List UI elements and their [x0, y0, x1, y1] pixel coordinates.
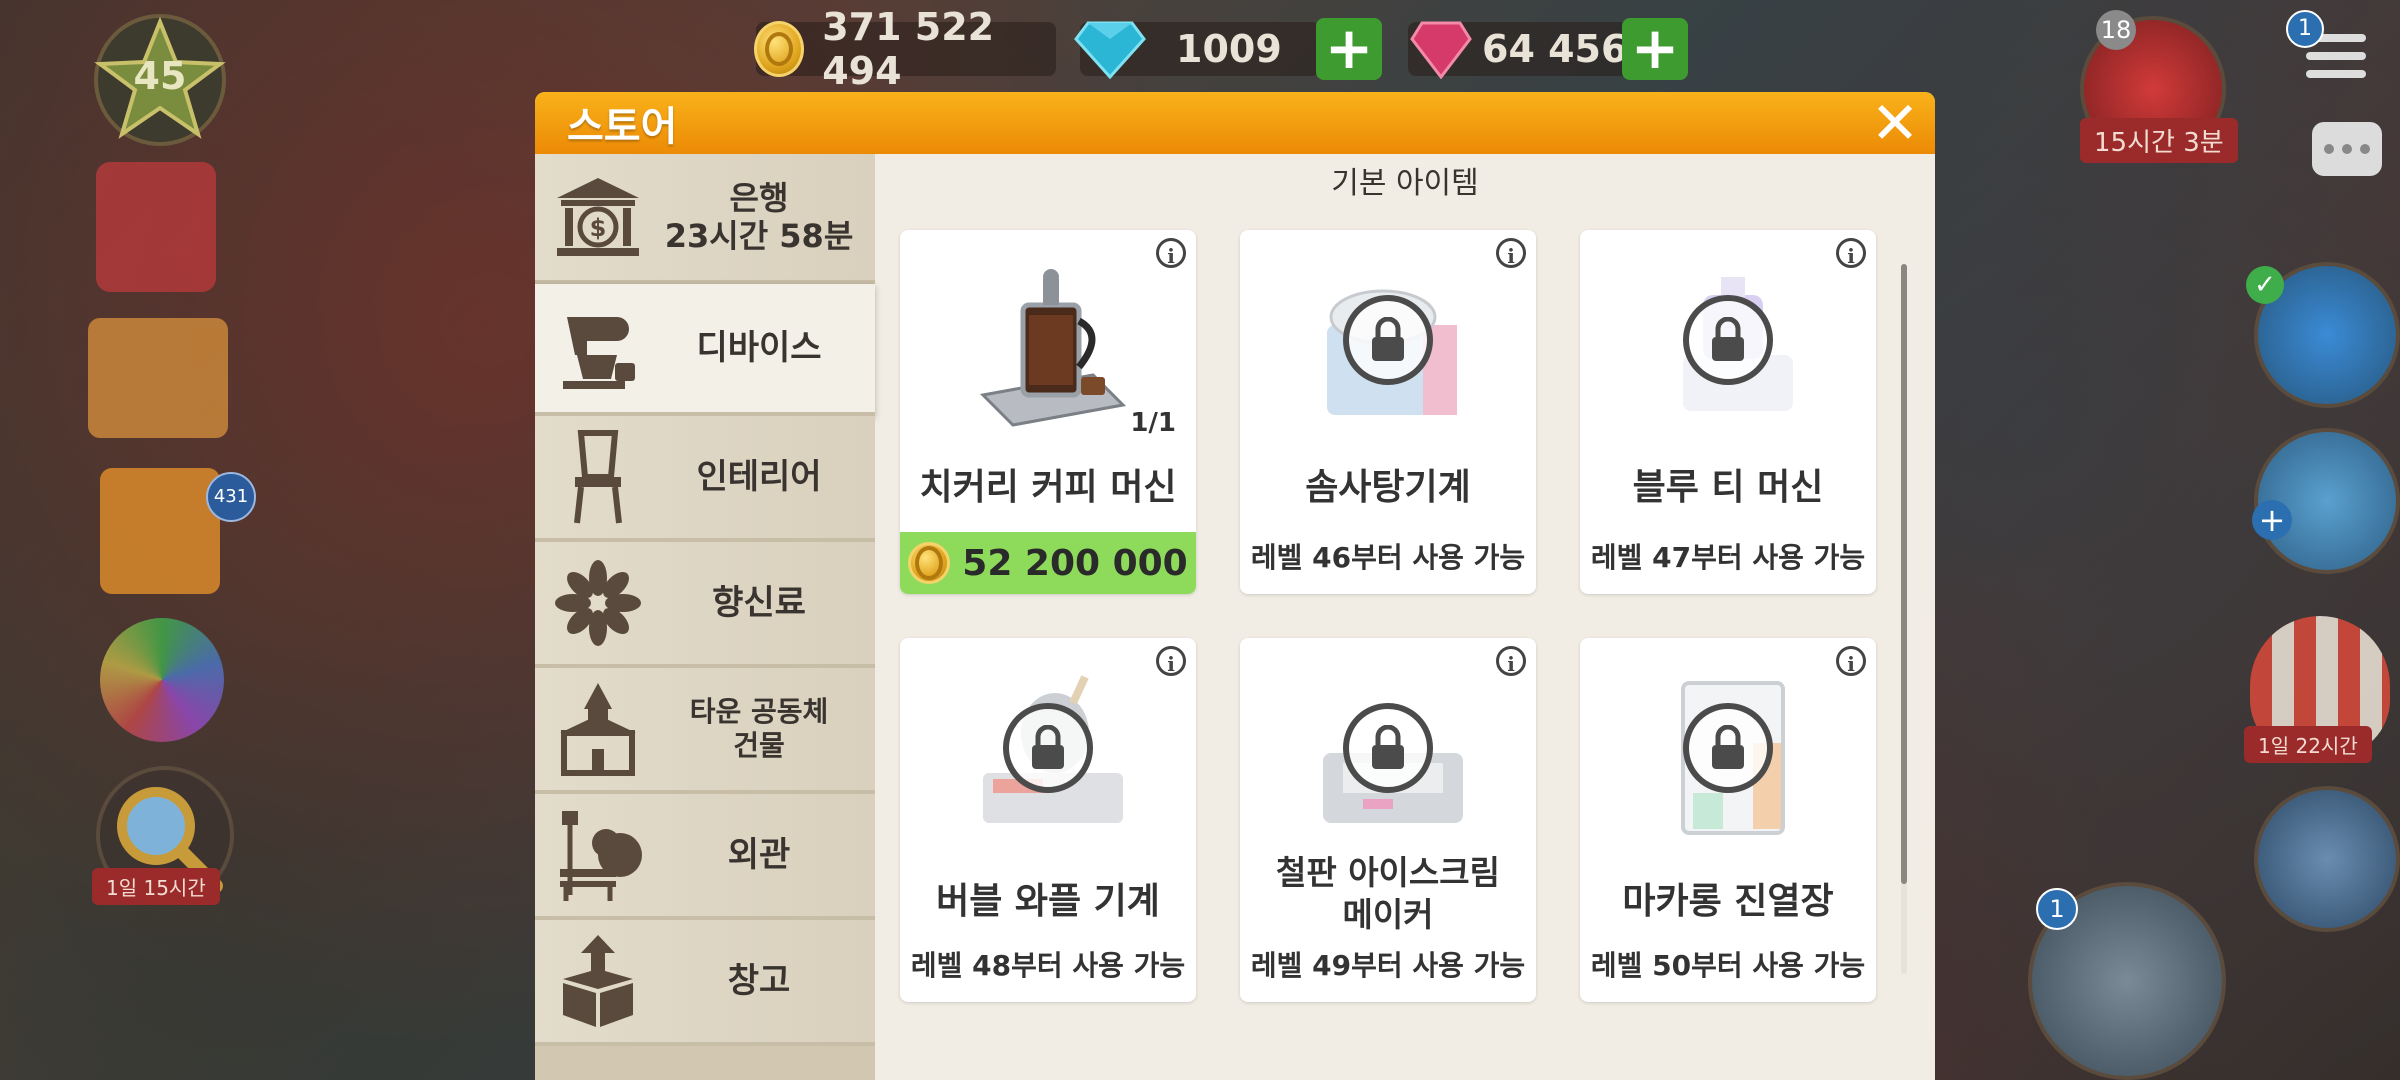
- store-sidebar: $ 은행 23시간 58분 디바이스 인테리어 향신료 타운 공동체 건물 외관…: [535, 154, 875, 1080]
- item-name: 솜사탕기계: [1305, 467, 1471, 508]
- bank-label: 은행: [729, 179, 789, 217]
- coffee-machine-image: [950, 260, 1146, 440]
- star-anise-icon: [543, 548, 653, 658]
- checkmark-icon: ✓: [2246, 266, 2284, 304]
- close-button[interactable]: ✕: [1869, 94, 1921, 152]
- balloon-timer: 1일 22시간: [2244, 726, 2372, 763]
- gift-box-button[interactable]: [100, 468, 220, 594]
- add-gems-button[interactable]: +: [1622, 18, 1688, 80]
- sidebar-item-exterior[interactable]: 외관: [535, 794, 875, 920]
- coin-icon: [908, 542, 951, 584]
- chair-icon: [543, 422, 653, 532]
- gift-timer: 15시간 3분: [2080, 118, 2238, 163]
- bank-timer: 23시간 58분: [664, 217, 854, 255]
- chat-icon: [2324, 144, 2334, 154]
- level-value: 45: [133, 54, 187, 98]
- spices-label: 향신료: [712, 583, 806, 623]
- town-label-line1: 타운 공동체: [689, 695, 829, 728]
- store-header: 스토어 ✕: [535, 92, 1935, 154]
- item-name: 블루 티 머신: [1632, 467, 1824, 508]
- store-dialog: 스토어 ✕ $ 은행 23시간 58분 디바이스 인테리어 향신료 타운 공동체…: [535, 92, 1935, 1080]
- sidebar-label: 은행 23시간 58분: [653, 179, 875, 255]
- level-star[interactable]: 45: [92, 12, 228, 148]
- town-buildings-label: 타운 공동체 건물: [653, 695, 875, 763]
- scrollbar[interactable]: [1901, 264, 1907, 974]
- item-name: 철판 아이스크림 메이커: [1240, 852, 1536, 936]
- store-item-blue-tea-machine[interactable]: i 블루 티 머신 레벨 47부터 사용 가능: [1580, 230, 1876, 594]
- store-item-macaron-display[interactable]: i 마카롱 진열장 레벨 50부터 사용 가능: [1580, 638, 1876, 1002]
- menu-board-button[interactable]: [2254, 786, 2400, 932]
- diamond-value: 1009: [1176, 27, 1282, 71]
- lock-icon: [1683, 703, 1773, 793]
- chat-button[interactable]: [2312, 122, 2382, 176]
- coin-counter: 371 522 494: [754, 5, 1056, 93]
- item-name-line2: 메이커: [1342, 895, 1434, 934]
- gem-counter: 64 456: [1408, 21, 1636, 79]
- town-hall-icon: [543, 674, 653, 784]
- mixer-icon: [543, 293, 653, 403]
- info-icon[interactable]: i: [1836, 646, 1866, 676]
- scrollbar-thumb[interactable]: [1901, 264, 1907, 884]
- orders-clipboard-button[interactable]: [96, 162, 216, 292]
- svg-text:$: $: [590, 214, 607, 242]
- gem-icon: [1410, 21, 1472, 79]
- item-name-line1: 철판 아이스크림: [1275, 853, 1500, 892]
- info-icon[interactable]: i: [1156, 238, 1186, 268]
- close-icon: ✕: [1870, 92, 1920, 157]
- level-requirement: 레벨 50부터 사용 가능: [1590, 949, 1866, 982]
- store-title: 스토어: [567, 104, 678, 150]
- level-requirement: 레벨 49부터 사용 가능: [1250, 949, 1526, 982]
- level-requirement: 레벨 48부터 사용 가능: [910, 949, 1186, 982]
- store-item-ice-cream-griddle[interactable]: i 철판 아이스크림 메이커 레벨 49부터 사용 가능: [1240, 638, 1536, 1002]
- spice-box-button[interactable]: [88, 318, 228, 438]
- lock-icon: [1683, 295, 1773, 385]
- sidebar-item-devices[interactable]: 디바이스: [535, 284, 875, 416]
- sidebar-item-interior[interactable]: 인테리어: [535, 416, 875, 542]
- interior-label: 인테리어: [696, 457, 822, 497]
- search-timer: 1일 15시간: [92, 868, 220, 905]
- info-icon[interactable]: i: [1496, 238, 1526, 268]
- lock-icon: [1343, 295, 1433, 385]
- store-item-chicory-coffee-machine[interactable]: i 1/1 치커리 커피 머신 52 200 000: [900, 230, 1196, 594]
- devices-label: 디바이스: [696, 328, 822, 368]
- add-diamonds-button[interactable]: +: [1316, 18, 1382, 80]
- sidebar-item-spices[interactable]: 향신료: [535, 542, 875, 668]
- store-item-bubble-waffle-machine[interactable]: i 버블 와플 기계 레벨 48부터 사용 가능: [900, 638, 1196, 1002]
- diamond-counter: 1009: [1074, 21, 1320, 79]
- item-price: 52 200 000: [962, 542, 1188, 584]
- section-title: 기본 아이템: [1331, 166, 1479, 201]
- level-requirement: 레벨 47부터 사용 가능: [1590, 541, 1866, 574]
- register-badge: 1: [2036, 888, 2078, 930]
- gift-badge: 18: [2096, 10, 2136, 50]
- exterior-label: 외관: [727, 835, 791, 875]
- item-name: 치커리 커피 머신: [919, 467, 1177, 508]
- add-icon: +: [2252, 500, 2292, 540]
- level-requirement: 레벨 46부터 사용 가능: [1250, 541, 1526, 574]
- lock-icon: [1343, 703, 1433, 793]
- diamond-icon: [1074, 21, 1146, 79]
- sidebar-item-bank[interactable]: $ 은행 23시간 58분: [535, 154, 875, 284]
- sidebar-item-storage[interactable]: 창고: [535, 920, 875, 1046]
- sidebar-item-town-buildings[interactable]: 타운 공동체 건물: [535, 668, 875, 794]
- info-icon[interactable]: i: [1156, 646, 1186, 676]
- bank-icon: $: [543, 162, 653, 272]
- lock-icon: [1003, 703, 1093, 793]
- item-name: 마카롱 진열장: [1622, 881, 1834, 922]
- town-label-line2: 건물: [733, 729, 785, 762]
- color-wheel-button[interactable]: [100, 618, 224, 742]
- box-upload-icon: [543, 926, 653, 1036]
- gem-value: 64 456: [1482, 27, 1628, 71]
- item-name: 버블 와플 기계: [936, 881, 1160, 922]
- storage-label: 창고: [727, 961, 791, 1001]
- info-icon[interactable]: i: [1496, 646, 1526, 676]
- buy-price-button[interactable]: 52 200 000: [900, 532, 1196, 594]
- coin-icon: [754, 21, 805, 77]
- owned-count: 1/1: [1130, 408, 1176, 438]
- menu-badge: 1: [2286, 10, 2324, 48]
- info-icon[interactable]: i: [1836, 238, 1866, 268]
- park-bench-icon: [543, 800, 653, 910]
- store-item-cotton-candy-machine[interactable]: i 솜사탕기계 레벨 46부터 사용 가능: [1240, 230, 1536, 594]
- notification-badge: 431: [206, 472, 256, 522]
- coin-value: 371 522 494: [822, 5, 995, 93]
